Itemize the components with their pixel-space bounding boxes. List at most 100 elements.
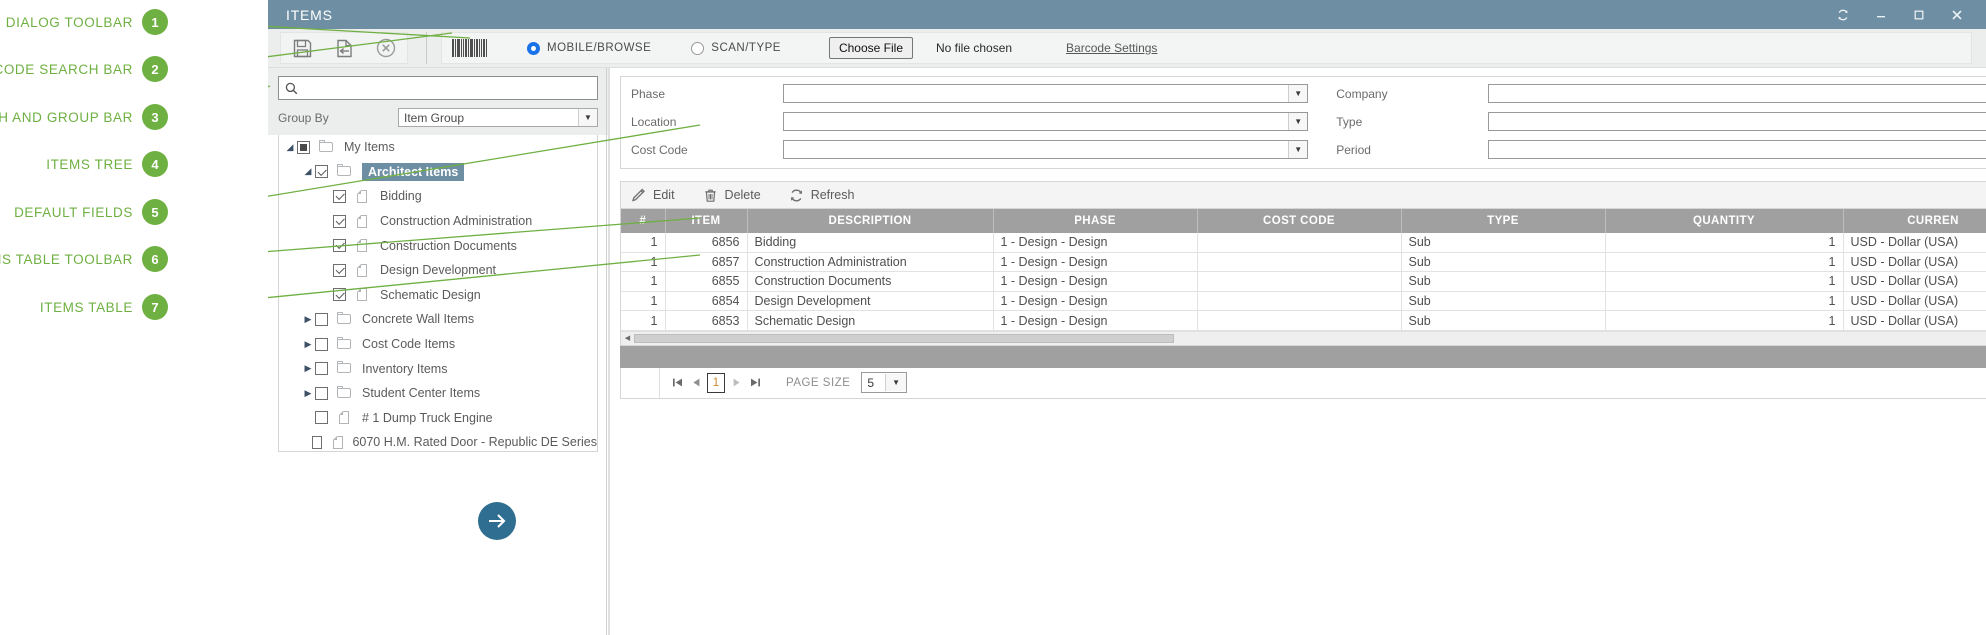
file-status-text: No file chosen bbox=[936, 41, 1013, 55]
table-column-header[interactable]: QUANTITY bbox=[1605, 209, 1844, 233]
table-cell: 1 bbox=[621, 310, 666, 331]
tree-node-checkbox[interactable] bbox=[333, 214, 346, 228]
tree-node-checkbox[interactable] bbox=[315, 165, 328, 179]
table-cell: 1 - Design - Design bbox=[993, 252, 1198, 273]
horizontal-scrollbar[interactable]: ◀ ▶ bbox=[621, 330, 1986, 345]
search-icon bbox=[285, 82, 298, 94]
table-column-header[interactable]: DESCRIPTION bbox=[747, 209, 994, 233]
table-row[interactable]: 1 6854 Design Development 1 - Design - Desi… bbox=[621, 291, 1986, 312]
delete-button[interactable]: Delete bbox=[703, 188, 761, 203]
field-dropdown[interactable]: ▼ bbox=[783, 140, 1309, 159]
tree-node[interactable]: Schematic Design bbox=[279, 283, 597, 308]
tree-node[interactable]: Construction Administration bbox=[279, 209, 597, 234]
chevron-down-icon[interactable]: ▼ bbox=[885, 374, 907, 392]
group-by-dropdown[interactable]: Item Group ▼ bbox=[398, 108, 598, 127]
scrollbar-thumb[interactable] bbox=[634, 333, 1174, 343]
save-and-return-icon[interactable] bbox=[323, 34, 365, 62]
maximize-icon[interactable] bbox=[1912, 8, 1926, 22]
tree-node-checkbox[interactable] bbox=[297, 140, 310, 154]
prev-page-button[interactable] bbox=[688, 375, 704, 391]
barcode-settings-link[interactable]: Barcode Settings bbox=[1066, 41, 1157, 55]
edit-button[interactable]: Edit bbox=[631, 188, 675, 203]
table-cell: USD - Dollar (USA) bbox=[1843, 310, 1986, 331]
tree-node[interactable]: ▶ Inventory Items bbox=[279, 356, 597, 381]
chevron-down-icon[interactable]: ▼ bbox=[1288, 113, 1308, 130]
choose-file-button[interactable]: Choose File bbox=[828, 37, 913, 59]
tree-twisty-icon[interactable]: ◢ bbox=[301, 166, 315, 177]
tree-twisty-icon[interactable]: ▶ bbox=[301, 363, 315, 374]
table-column-header[interactable]: ITEM bbox=[665, 209, 748, 233]
radio-scan-type[interactable] bbox=[691, 41, 705, 55]
tree-twisty-icon[interactable]: ▶ bbox=[301, 314, 315, 325]
field-dropdown[interactable]: ▼ bbox=[783, 84, 1309, 103]
tree-node[interactable]: Bidding bbox=[279, 184, 597, 209]
document-icon bbox=[355, 263, 371, 277]
refresh-button[interactable]: Refresh bbox=[789, 188, 854, 203]
field-dropdown[interactable]: ▼ bbox=[783, 112, 1309, 131]
tree-node[interactable]: ▶ Concrete Wall Items bbox=[279, 307, 597, 332]
close-icon[interactable] bbox=[1950, 8, 1964, 22]
mode-option-mobile-browse[interactable]: MOBILE/BROWSE bbox=[527, 41, 651, 55]
table-column-header[interactable]: TYPE bbox=[1401, 209, 1606, 233]
scroll-left-icon[interactable]: ◀ bbox=[621, 332, 634, 345]
tree-node[interactable]: ▶ Cost Code Items bbox=[279, 332, 597, 357]
tree-node-label: Inventory Items bbox=[362, 361, 448, 376]
document-icon bbox=[355, 288, 371, 302]
next-page-button[interactable] bbox=[728, 375, 744, 391]
table-row[interactable]: 1 6855 Construction Documents 1 - Design - … bbox=[621, 271, 1986, 292]
field-dropdown[interactable]: ▼ bbox=[1488, 112, 1986, 131]
mode-option-scan-type[interactable]: SCAN/TYPE bbox=[691, 41, 781, 55]
last-page-button[interactable] bbox=[747, 375, 763, 391]
table-row[interactable]: 1 6856 Bidding 1 - Design - Design Sub 1 USD -… bbox=[621, 233, 1986, 253]
tree-node[interactable]: ◢ My Items bbox=[279, 135, 597, 160]
tree-node[interactable]: ▶ Student Center Items bbox=[279, 381, 597, 406]
field-dropdown[interactable]: ▼ bbox=[1488, 84, 1986, 103]
cancel-icon[interactable] bbox=[365, 34, 407, 62]
tree-node-checkbox[interactable] bbox=[315, 411, 328, 425]
chevron-down-icon[interactable]: ▼ bbox=[578, 109, 597, 126]
annotation-badge: 6 bbox=[142, 246, 168, 272]
tree-node-checkbox[interactable] bbox=[333, 189, 346, 203]
dialog-toolbar-buttons bbox=[280, 32, 408, 64]
minimize-icon[interactable] bbox=[1874, 8, 1888, 22]
table-column-header[interactable]: PHASE bbox=[993, 209, 1198, 233]
radio-mobile-browse[interactable] bbox=[527, 41, 540, 55]
table-cell bbox=[1197, 291, 1402, 312]
refresh-icon[interactable] bbox=[1836, 8, 1850, 22]
chevron-down-icon[interactable]: ▼ bbox=[1288, 85, 1308, 102]
table-column-header[interactable]: CURREN bbox=[1843, 209, 1986, 233]
tree-twisty-icon[interactable]: ▶ bbox=[301, 388, 315, 399]
tree-node-checkbox[interactable] bbox=[315, 362, 328, 376]
save-icon[interactable] bbox=[281, 34, 323, 62]
tree-twisty-icon[interactable]: ◢ bbox=[283, 142, 297, 153]
group-by-value: Item Group bbox=[404, 110, 465, 125]
tree-node-checkbox[interactable] bbox=[315, 386, 328, 400]
first-page-button[interactable] bbox=[669, 375, 685, 391]
tree-node-checkbox[interactable] bbox=[333, 239, 346, 253]
tree-node-checkbox[interactable] bbox=[333, 263, 346, 277]
tree-node[interactable]: Construction Documents bbox=[279, 233, 597, 258]
tree-node-checkbox[interactable] bbox=[333, 288, 346, 302]
field-dropdown[interactable]: ▼ bbox=[1488, 140, 1986, 159]
page-size-dropdown[interactable]: 5 ▼ bbox=[861, 372, 908, 394]
table-cell: 1 - Design - Design bbox=[993, 310, 1198, 331]
tree-node-checkbox[interactable] bbox=[315, 312, 328, 326]
table-column-header[interactable]: # bbox=[621, 209, 666, 233]
table-cell: 1 bbox=[1605, 252, 1844, 273]
table-cell: 1 - Design - Design bbox=[993, 291, 1198, 312]
current-page-number[interactable]: 1 bbox=[707, 372, 725, 393]
table-row[interactable]: 1 6853 Schematic Design 1 - Design - Design… bbox=[621, 310, 1986, 331]
tree-node[interactable]: 6070 H.M. Rated Door - Republic DE Serie… bbox=[279, 430, 597, 451]
search-input[interactable] bbox=[303, 80, 591, 96]
chevron-down-icon[interactable]: ▼ bbox=[1288, 141, 1308, 158]
tree-node[interactable]: Design Development bbox=[279, 258, 597, 283]
tree-node-checkbox[interactable] bbox=[315, 337, 328, 351]
next-arrow-button[interactable] bbox=[478, 502, 516, 540]
tree-twisty-icon[interactable]: ▶ bbox=[301, 339, 315, 350]
table-row[interactable]: 1 6857 Construction Administration 1 - Desi… bbox=[621, 252, 1986, 273]
tree-node[interactable]: # 1 Dump Truck Engine bbox=[279, 406, 597, 431]
tree-node[interactable]: ◢ Architect Items bbox=[279, 160, 597, 185]
tree-node-checkbox[interactable] bbox=[311, 435, 323, 449]
search-box[interactable] bbox=[278, 76, 598, 100]
table-column-header[interactable]: COST CODE bbox=[1197, 209, 1402, 233]
